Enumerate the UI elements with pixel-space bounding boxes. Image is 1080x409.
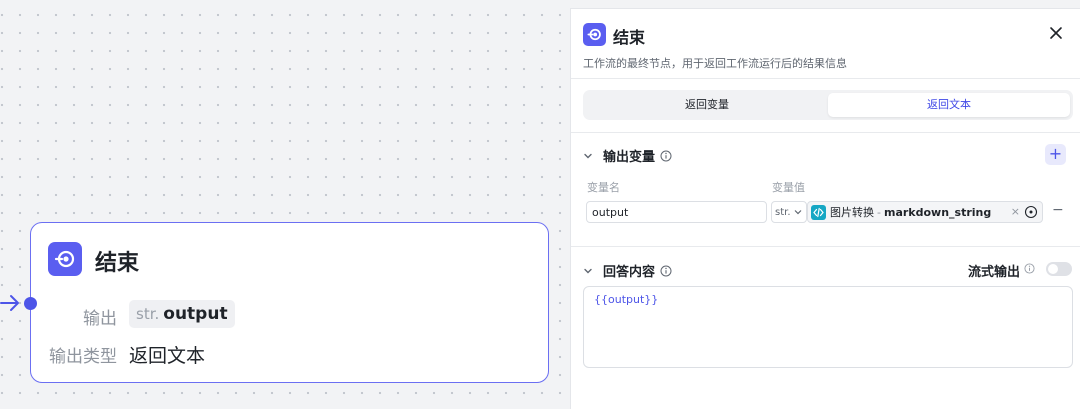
- variable-value-reference[interactable]: 图片转换 - markdown_string ×: [807, 201, 1043, 223]
- chevron-down-icon: [794, 210, 801, 215]
- node-output-label: 输出: [83, 309, 117, 329]
- node-output-kind-label: 输出类型: [49, 347, 117, 367]
- panel-end-icon: [583, 23, 606, 46]
- node-title: 结束: [95, 251, 140, 276]
- variable-name-input[interactable]: [586, 201, 767, 223]
- divider: [571, 132, 1080, 133]
- close-icon[interactable]: [1046, 23, 1066, 43]
- end-node-icon: [48, 242, 82, 276]
- toggle-knob: [1048, 264, 1058, 274]
- col-label-value: 变量值: [772, 181, 805, 194]
- target-icon[interactable]: [1024, 205, 1038, 219]
- node-output-tag: str. output: [129, 300, 235, 328]
- incoming-arrow-icon: [0, 295, 19, 311]
- chevron-down-icon[interactable]: [583, 266, 593, 276]
- return-mode-tabs: 返回变量 返回文本: [583, 90, 1073, 120]
- clear-reference-button[interactable]: ×: [1011, 205, 1020, 218]
- reference-variable: markdown_string: [883, 205, 992, 219]
- stream-output-toggle[interactable]: [1046, 262, 1072, 276]
- end-node-panel: 结束 工作流的最终节点，用于返回工作流运行后的结果信息 返回变量 返回文本 输出…: [570, 8, 1080, 409]
- answer-content-title: 回答内容: [603, 265, 656, 280]
- panel-title: 结束: [613, 28, 646, 47]
- remove-variable-button[interactable]: −: [1052, 202, 1064, 218]
- variable-type-select[interactable]: str.: [771, 201, 807, 223]
- info-icon[interactable]: [1024, 263, 1035, 274]
- tab-return-variables[interactable]: 返回变量: [586, 93, 828, 117]
- type-tag: str.: [136, 305, 160, 323]
- divider: [571, 246, 1080, 247]
- node-output-kind-value: 返回文本: [129, 345, 206, 367]
- tab-return-text[interactable]: 返回文本: [828, 93, 1070, 117]
- answer-content-header[interactable]: 回答内容: [583, 261, 672, 280]
- output-var-name: output: [163, 304, 228, 324]
- variable-type-value: str.: [775, 206, 791, 218]
- info-icon[interactable]: [660, 150, 672, 162]
- reference-separator: -: [877, 205, 881, 219]
- reference-source-node: 图片转换: [830, 206, 874, 219]
- info-icon[interactable]: [660, 265, 672, 277]
- code-icon: [811, 204, 826, 220]
- stream-output-label: 流式输出: [968, 265, 1021, 280]
- divider: [571, 78, 1080, 79]
- output-vars-title: 输出变量: [603, 150, 656, 165]
- panel-description: 工作流的最终节点，用于返回工作流运行后的结果信息: [583, 57, 847, 70]
- chevron-down-icon[interactable]: [583, 151, 593, 161]
- end-node[interactable]: 结束 输出 str. output 输出类型 返回文本: [30, 222, 549, 383]
- col-label-name: 变量名: [587, 181, 620, 194]
- node-input-port[interactable]: [24, 297, 37, 310]
- answer-content-editor[interactable]: {{output}}: [583, 286, 1073, 368]
- add-variable-button[interactable]: +: [1045, 144, 1066, 165]
- output-vars-header[interactable]: 输出变量: [583, 146, 672, 165]
